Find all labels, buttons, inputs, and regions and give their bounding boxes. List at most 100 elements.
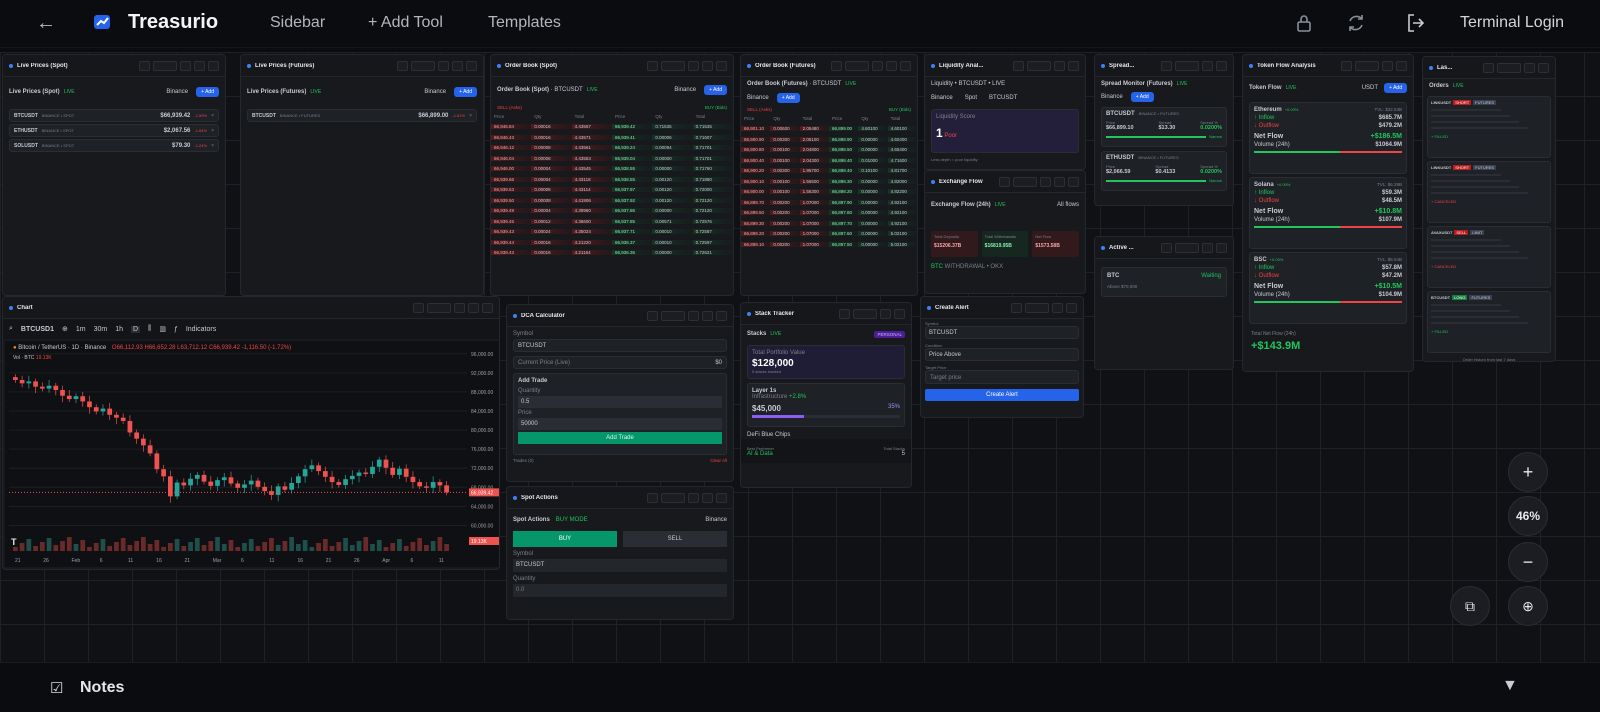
minimize-icon[interactable]: [702, 310, 713, 321]
order-book-row[interactable]: 66,899.20 0.00200 1.07000 66,897.60 0.00000 5…: [741, 229, 917, 240]
minimize-icon[interactable]: [702, 60, 713, 71]
add-symbol-icon[interactable]: ⊕: [62, 325, 68, 333]
order-book-row[interactable]: 66,946.84 0.00016 4.43567 66,939.42 0.71535 0…: [491, 122, 733, 133]
symbol-select[interactable]: BTCUSDT: [513, 339, 727, 352]
login-icon[interactable]: [1405, 12, 1427, 34]
minimize-icon[interactable]: [468, 302, 479, 313]
close-icon[interactable]: ×: [211, 143, 214, 149]
order-book-row[interactable]: 66,900.20 0.00300 1.96700 66,898.40 0.10100 4…: [741, 166, 917, 177]
order-book-row[interactable]: 66,939.43 0.00016 4.21164 66,936.36 0.00000 0…: [491, 248, 733, 259]
nav-sidebar[interactable]: Sidebar: [270, 14, 325, 32]
zoom-control[interactable]: [427, 302, 451, 313]
widget-header[interactable]: Exchange Flow: [925, 171, 1085, 193]
price-row[interactable]: BTCUSDT BINANCE • FUTURES $66,899.00 -1.61%…: [247, 109, 477, 122]
target-price-input[interactable]: Target price: [925, 370, 1079, 384]
widget-header[interactable]: Stack Tracker: [741, 303, 911, 325]
terminal-login-button[interactable]: Terminal Login: [1460, 14, 1564, 32]
timeframe-30m[interactable]: 30m: [94, 326, 108, 333]
zoom-control[interactable]: [1497, 62, 1521, 73]
sell-button[interactable]: SELL: [623, 531, 727, 547]
lock-icon[interactable]: [1011, 302, 1022, 313]
order-book-row[interactable]: 66,946.00 0.00004 4.43545 66,938.55 0.00000 0…: [491, 164, 733, 175]
widget-header[interactable]: Chart: [3, 297, 499, 319]
notes-icon[interactable]: ☑: [50, 679, 63, 697]
nav-templates[interactable]: Templates: [488, 14, 561, 32]
widget-header[interactable]: DCA Calculator: [507, 305, 733, 327]
spread-card[interactable]: BTCUSDT BINANCE • FUTURES Price $66,899.10 S…: [1101, 107, 1227, 147]
order-book-row[interactable]: 66,900.40 0.00100 2.04300 66,898.40 0.01000 4…: [741, 155, 917, 166]
zoom-control[interactable]: [411, 60, 435, 71]
lock-icon[interactable]: [999, 176, 1010, 187]
token-card[interactable]: Ethereum +0.00% TVL: $32.53B ↑ Inflow $685.7…: [1249, 102, 1407, 174]
widget-header[interactable]: Las...: [1423, 57, 1555, 79]
widget-header[interactable]: Spread...: [1095, 55, 1233, 77]
minimize-icon[interactable]: [1054, 60, 1065, 71]
refresh-icon[interactable]: [180, 60, 191, 71]
chevron-down-icon[interactable]: ▼: [1502, 677, 1518, 695]
exchange-select[interactable]: Binance: [166, 89, 188, 95]
close-icon[interactable]: [716, 60, 727, 71]
nav-add-tool[interactable]: + Add Tool: [368, 14, 443, 32]
refresh-icon[interactable]: [872, 60, 883, 71]
refresh-icon[interactable]: [688, 492, 699, 503]
close-icon[interactable]: [716, 492, 727, 503]
flow-filter-select[interactable]: All flows: [1057, 202, 1079, 208]
flow-row[interactable]: BTC WITHDRAWAL • OKX: [925, 261, 1085, 273]
currency-select[interactable]: USDT: [1362, 85, 1378, 91]
close-icon[interactable]: [1396, 60, 1407, 71]
lock-icon[interactable]: [397, 60, 408, 71]
add-button[interactable]: + Add: [1384, 83, 1407, 93]
widget-header[interactable]: Spot Actions: [507, 487, 733, 509]
minimize-icon[interactable]: [880, 308, 891, 319]
minimize-icon[interactable]: [1382, 60, 1393, 71]
zoom-control[interactable]: [845, 60, 869, 71]
lock-icon[interactable]: [831, 60, 842, 71]
next-stack[interactable]: DeFi Blue Chips: [741, 431, 911, 439]
exchange-select[interactable]: Binance: [674, 87, 696, 93]
order-book-row[interactable]: 66,899.30 0.00200 1.07000 66,897.70 0.00000 4…: [741, 218, 917, 229]
minimize-icon[interactable]: [1202, 60, 1213, 71]
indicators-button[interactable]: Indicators: [186, 326, 216, 333]
minimize-icon[interactable]: [702, 492, 713, 503]
lock-icon[interactable]: [1483, 62, 1494, 73]
lock-icon[interactable]: [647, 310, 658, 321]
order-card[interactable]: BTCUSDT LONG FUTURES + FILLED: [1427, 291, 1551, 353]
minimize-icon[interactable]: [1054, 176, 1065, 187]
order-card[interactable]: LINKUSDT SHORT FUTURES + FILLED: [1427, 96, 1551, 158]
create-alert-button[interactable]: Create Alert: [925, 389, 1079, 401]
map-icon[interactable]: ⧉: [1450, 586, 1490, 626]
widget-header[interactable]: Live Prices (Spot): [3, 55, 225, 77]
condition-select[interactable]: Price Above: [925, 348, 1079, 361]
search-icon[interactable]: ⌕: [9, 325, 13, 333]
minimize-icon[interactable]: [1052, 302, 1063, 313]
close-icon[interactable]: ×: [211, 128, 214, 134]
close-icon[interactable]: [1216, 242, 1227, 253]
widget-header[interactable]: Liquidity Anal...: [925, 55, 1085, 77]
add-button[interactable]: + Add: [1130, 92, 1154, 102]
order-book-row[interactable]: 66,939.49 0.00004 4.39960 66,937.86 0.00000 0…: [491, 206, 733, 217]
lock-icon[interactable]: [1341, 60, 1352, 71]
spread-card[interactable]: ETHUSDT BINANCE • FUTURES Price $2,066.59 Sp…: [1101, 151, 1227, 191]
symbol-select[interactable]: BTCUSDT: [989, 95, 1017, 101]
close-icon[interactable]: [900, 60, 911, 71]
lock-icon[interactable]: [839, 308, 850, 319]
close-icon[interactable]: [1068, 176, 1079, 187]
order-book-row[interactable]: 66,899.70 0.00200 1.07000 66,897.90 0.00000 4…: [741, 197, 917, 208]
minimize-icon[interactable]: [194, 60, 205, 71]
order-book-row[interactable]: 66,939.44 0.00016 4.21220 66,936.37 0.00010 0…: [491, 237, 733, 248]
lock-icon[interactable]: [1013, 60, 1024, 71]
widget-header[interactable]: Token Flow Analysis: [1243, 55, 1413, 77]
price-row[interactable]: SOLUSDT BINANCE • SPOT $79.30 -1.24% ×: [9, 139, 219, 152]
back-arrow-icon[interactable]: ←: [36, 12, 56, 35]
zoom-control[interactable]: [1175, 60, 1199, 71]
order-card[interactable]: AVAXUSDT SELL LIMIT + CANCELED: [1427, 226, 1551, 288]
order-book-row[interactable]: 66,900.90 0.00300 2.05100 66,898.90 0.00000 4…: [741, 134, 917, 145]
lock-icon[interactable]: [1293, 12, 1315, 34]
price-row[interactable]: ETHUSDT BINANCE • SPOT $2,067.56 -1.64% ×: [9, 124, 219, 137]
widget-header[interactable]: Order Book (Spot): [491, 55, 733, 77]
refresh-icon[interactable]: [688, 310, 699, 321]
refresh-icon[interactable]: [1040, 176, 1051, 187]
close-icon[interactable]: [716, 310, 727, 321]
chart-symbol[interactable]: BTCUSD1: [21, 326, 54, 333]
timeframe-1m[interactable]: 1m: [76, 326, 86, 333]
